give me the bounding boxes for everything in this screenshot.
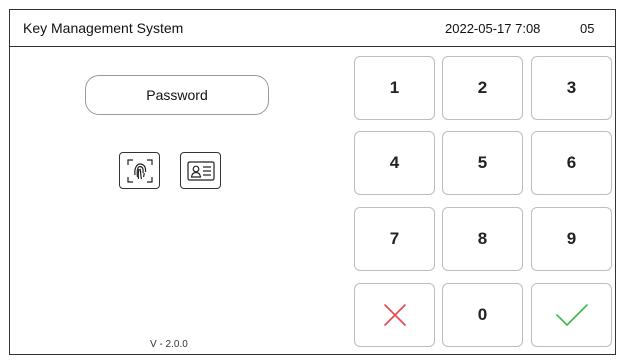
key-7[interactable]: 7	[354, 207, 435, 271]
fingerprint-button[interactable]	[119, 152, 160, 189]
unit-number: 05	[580, 21, 595, 36]
cancel-button[interactable]	[354, 283, 435, 347]
version-label: V - 2.0.0	[150, 339, 188, 350]
id-card-icon	[186, 160, 215, 181]
key-9[interactable]: 9	[531, 207, 612, 271]
key-5[interactable]: 5	[442, 131, 523, 195]
password-button[interactable]: Password	[85, 75, 269, 115]
id-card-button[interactable]	[180, 152, 221, 189]
key-4[interactable]: 4	[354, 131, 435, 195]
password-label: Password	[146, 87, 208, 103]
fingerprint-icon	[126, 158, 153, 183]
key-1[interactable]: 1	[354, 56, 435, 120]
x-icon	[383, 304, 406, 326]
check-icon	[555, 304, 588, 326]
app-title: Key Management System	[23, 20, 184, 36]
app-frame: Key Management System 2022-05-17 7:08 05…	[9, 9, 616, 355]
key-3[interactable]: 3	[531, 56, 612, 120]
key-0[interactable]: 0	[442, 283, 523, 347]
key-2[interactable]: 2	[442, 56, 523, 120]
confirm-button[interactable]	[531, 283, 612, 347]
header-bar: Key Management System 2022-05-17 7:08 05	[10, 10, 615, 47]
datetime-display: 2022-05-17 7:08	[445, 21, 541, 36]
key-8[interactable]: 8	[442, 207, 523, 271]
key-6[interactable]: 6	[531, 131, 612, 195]
